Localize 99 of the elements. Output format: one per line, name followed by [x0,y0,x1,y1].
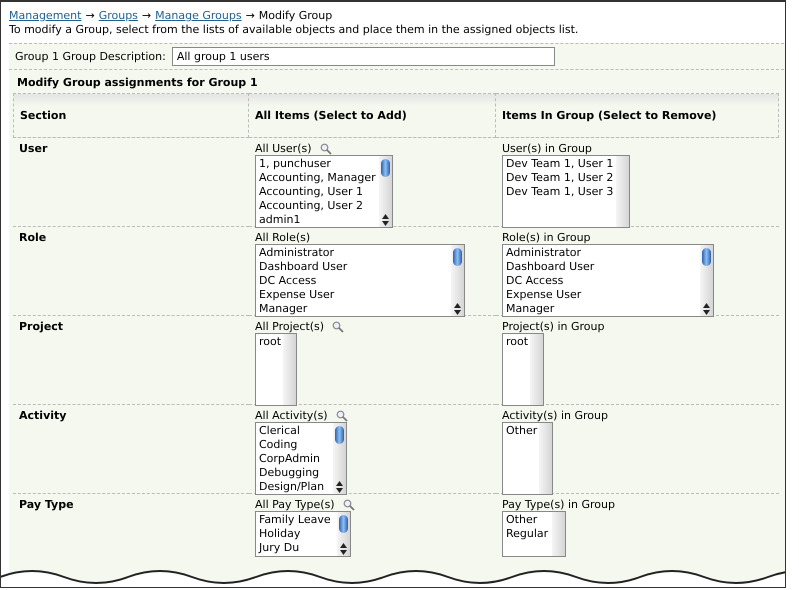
column-header: Section [13,93,249,138]
scrollbar[interactable] [530,334,543,405]
list-option[interactable]: admin1 [259,213,376,227]
list-option[interactable]: Accounting, Manager [259,171,376,185]
breadcrumb-link[interactable]: Management [9,8,82,23]
list-option[interactable]: root [506,335,527,349]
list-option[interactable]: Coding [259,438,330,452]
breadcrumb-arrow: → [142,8,152,23]
list-label: All Pay Type(s) [255,498,335,511]
list-label: User(s) in Group [502,142,592,155]
list-option[interactable]: Holiday [259,527,334,541]
assignments-title: Modify Group assignments for Group 1 [16,75,259,91]
scroll-thumb[interactable] [335,426,344,444]
available-listbox[interactable]: Administrator Dashboard User DC Access Expense User Manager [255,244,465,317]
scroll-up-icon[interactable] [336,481,343,486]
list-option[interactable]: Accounting, User 1 [259,185,376,199]
list-label: All User(s) [255,142,312,155]
section-label: User [19,142,48,155]
list-label: All Activity(s) [255,409,328,422]
list-label: Activity(s) in Group [502,409,608,422]
list-option[interactable]: Other [506,424,536,438]
scrollbar[interactable] [379,156,392,227]
section-label: Pay Type [19,498,74,511]
description-label: Group 1 Group Description: [15,50,166,63]
list-option[interactable]: Accounting, User 2 [259,199,376,213]
list-label: Role(s) in Group [502,231,591,244]
scroll-up-icon[interactable] [454,303,461,308]
list-option[interactable]: Design/Plan [259,480,330,494]
breadcrumb-link[interactable]: Manage Groups [155,8,242,23]
list-option[interactable]: Dev Team 1, User 1 [506,157,613,171]
list-option[interactable]: Manager [259,302,448,316]
list-option[interactable]: Family Leave [259,513,334,527]
available-listbox[interactable]: root [255,333,297,406]
scroll-thumb[interactable] [453,248,462,266]
section-label: Project [19,320,64,333]
scroll-thumb[interactable] [381,159,390,177]
available-listbox[interactable]: Family Leave Holiday Jury Du [255,511,351,557]
column-header: All Items (Select to Add) [249,93,496,138]
list-option[interactable]: Other [506,513,549,527]
assigned-listbox[interactable]: Dev Team 1, User 1 Dev Team 1, User 2 Dev Team 1, User 3 [502,155,630,228]
list-label: Pay Type(s) in Group [502,498,615,511]
scroll-down-icon[interactable] [340,550,347,555]
list-option[interactable]: DC Access [259,274,448,288]
list-option[interactable]: Jury Du [259,541,334,555]
scroll-up-icon[interactable] [382,214,389,219]
description-field[interactable]: All group 1 users [172,47,555,66]
list-label: All Project(s) [255,320,324,333]
search-icon[interactable] [332,320,344,332]
search-icon[interactable] [342,498,355,510]
instructions-text: To modify a Group, select from the lists of available objects and place them in the assigned objects list. [9,23,580,37]
scrollbar[interactable] [451,245,464,316]
scrollbar[interactable] [700,245,713,316]
assigned-listbox[interactable]: Administrator Dashboard User DC Access Expense User Manager [502,244,714,317]
search-icon[interactable] [336,410,348,422]
section-label: Activity [19,409,66,422]
search-icon[interactable] [320,142,332,154]
list-option[interactable]: Dev Team 1, User 3 [506,185,613,199]
scrollbar[interactable] [552,512,565,556]
assigned-listbox[interactable]: root [502,333,544,406]
breadcrumb-arrow: → [246,8,255,23]
column-header: Items In Group (Select to Remove) [496,93,779,138]
available-listbox[interactable]: 1, punchuser Accounting, Manager Accounting, User 1 Accounting, User 2 admin1 [255,155,393,228]
list-option[interactable]: root [259,335,280,349]
list-option[interactable]: Administrator [506,246,697,260]
list-option[interactable]: Expense User [506,288,697,302]
scroll-down-icon[interactable] [336,488,343,493]
list-option[interactable]: Dev Team 1, User 2 [506,171,613,185]
scrollbar[interactable] [333,423,346,494]
breadcrumb-current: Modify Group [258,8,332,23]
scrollbar[interactable] [283,334,296,405]
list-option[interactable]: Manager [506,302,697,316]
scroll-down-icon[interactable] [703,310,710,315]
assigned-listbox[interactable]: Other Regular [502,511,566,557]
scroll-down-icon[interactable] [382,221,389,226]
scroll-down-icon[interactable] [454,310,461,315]
scroll-up-icon[interactable] [340,543,347,548]
list-label: Project(s) in Group [502,320,604,333]
list-option[interactable]: Clerical [259,424,330,438]
scrollbar[interactable] [337,512,350,556]
list-option[interactable]: CorpAdmin [259,452,330,466]
breadcrumb-arrow: → [85,8,95,23]
list-option[interactable]: 1, punchuser [259,157,376,171]
scroll-up-icon[interactable] [703,303,710,308]
section-label: Role [19,231,46,244]
list-option[interactable]: Debugging [259,466,330,480]
list-option[interactable]: Expense User [259,288,448,302]
list-option[interactable]: Dashboard User [259,260,448,274]
scrollbar[interactable] [616,156,629,227]
scroll-thumb[interactable] [339,515,348,533]
scrollbar[interactable] [539,423,552,494]
list-option[interactable]: Regular [506,527,549,541]
list-option[interactable]: DC Access [506,274,697,288]
available-listbox[interactable]: Clerical Coding CorpAdmin Debugging Design/Plan [255,422,347,495]
list-option[interactable]: Administrator [259,246,448,260]
breadcrumb-link[interactable]: Groups [98,8,138,23]
list-label: All Role(s) [255,231,310,244]
scroll-thumb[interactable] [702,248,711,266]
list-option[interactable]: Dashboard User [506,260,697,274]
assigned-listbox[interactable]: Other [502,422,553,495]
